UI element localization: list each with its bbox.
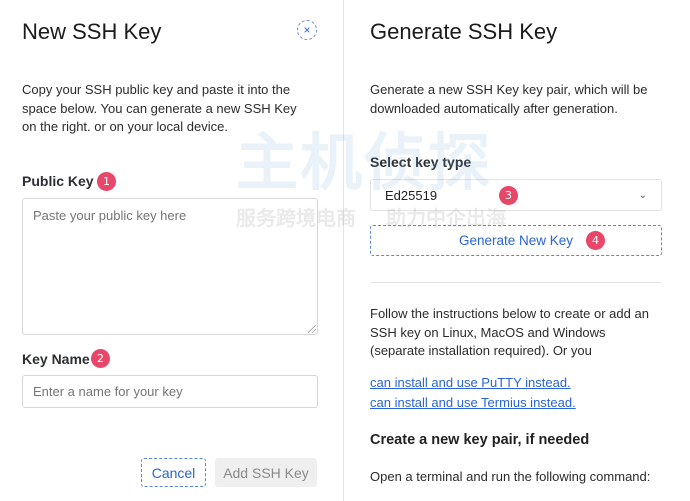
section-divider xyxy=(370,282,662,283)
key-name-label: Key Name xyxy=(22,351,90,367)
public-key-textarea[interactable] xyxy=(22,198,318,335)
generate-new-key-button[interactable]: Generate New Key xyxy=(370,225,662,256)
termius-link[interactable]: can install and use Termius instead. xyxy=(370,395,576,410)
step-badge-3: 3 xyxy=(499,186,518,205)
step-badge-4: 4 xyxy=(586,231,605,250)
add-ssh-key-button[interactable]: Add SSH Key xyxy=(215,458,317,487)
generate-ssh-key-description: Generate a new SSH Key key pair, which w… xyxy=(370,82,648,116)
create-key-pair-heading: Create a new key pair, if needed xyxy=(370,432,590,448)
key-type-selected-value: Ed25519 xyxy=(385,187,438,203)
step-badge-1: 1 xyxy=(97,172,116,191)
key-type-label: Select key type xyxy=(370,154,472,170)
close-icon[interactable]: × xyxy=(297,20,317,40)
public-key-label: Public Key xyxy=(22,173,94,189)
key-name-input[interactable] xyxy=(22,375,318,408)
public-key-field-wrap xyxy=(22,198,318,335)
new-ssh-key-description: Copy your SSH public key and paste it in… xyxy=(22,82,297,134)
instructions-text: Follow the instructions below to create … xyxy=(370,306,649,358)
ssh-key-dialog: New SSH Key × Copy your SSH public key a… xyxy=(0,0,690,501)
chevron-down-icon: ⌄ xyxy=(638,189,647,201)
new-ssh-key-title: New SSH Key xyxy=(22,19,162,44)
generate-new-key-label: Generate New Key xyxy=(458,233,574,248)
terminal-instruction-text: Open a terminal and run the following co… xyxy=(370,469,651,484)
new-ssh-key-panel: New SSH Key × Copy your SSH public key a… xyxy=(0,0,344,501)
putty-link[interactable]: can install and use PuTTY instead. xyxy=(370,375,571,390)
generate-ssh-key-panel: Generate SSH Key Generate a new SSH Key … xyxy=(345,0,690,501)
cancel-button[interactable]: Cancel xyxy=(141,458,206,487)
resize-grip-icon[interactable] xyxy=(308,325,316,333)
generate-ssh-key-title: Generate SSH Key xyxy=(370,19,558,44)
step-badge-2: 2 xyxy=(91,349,110,368)
